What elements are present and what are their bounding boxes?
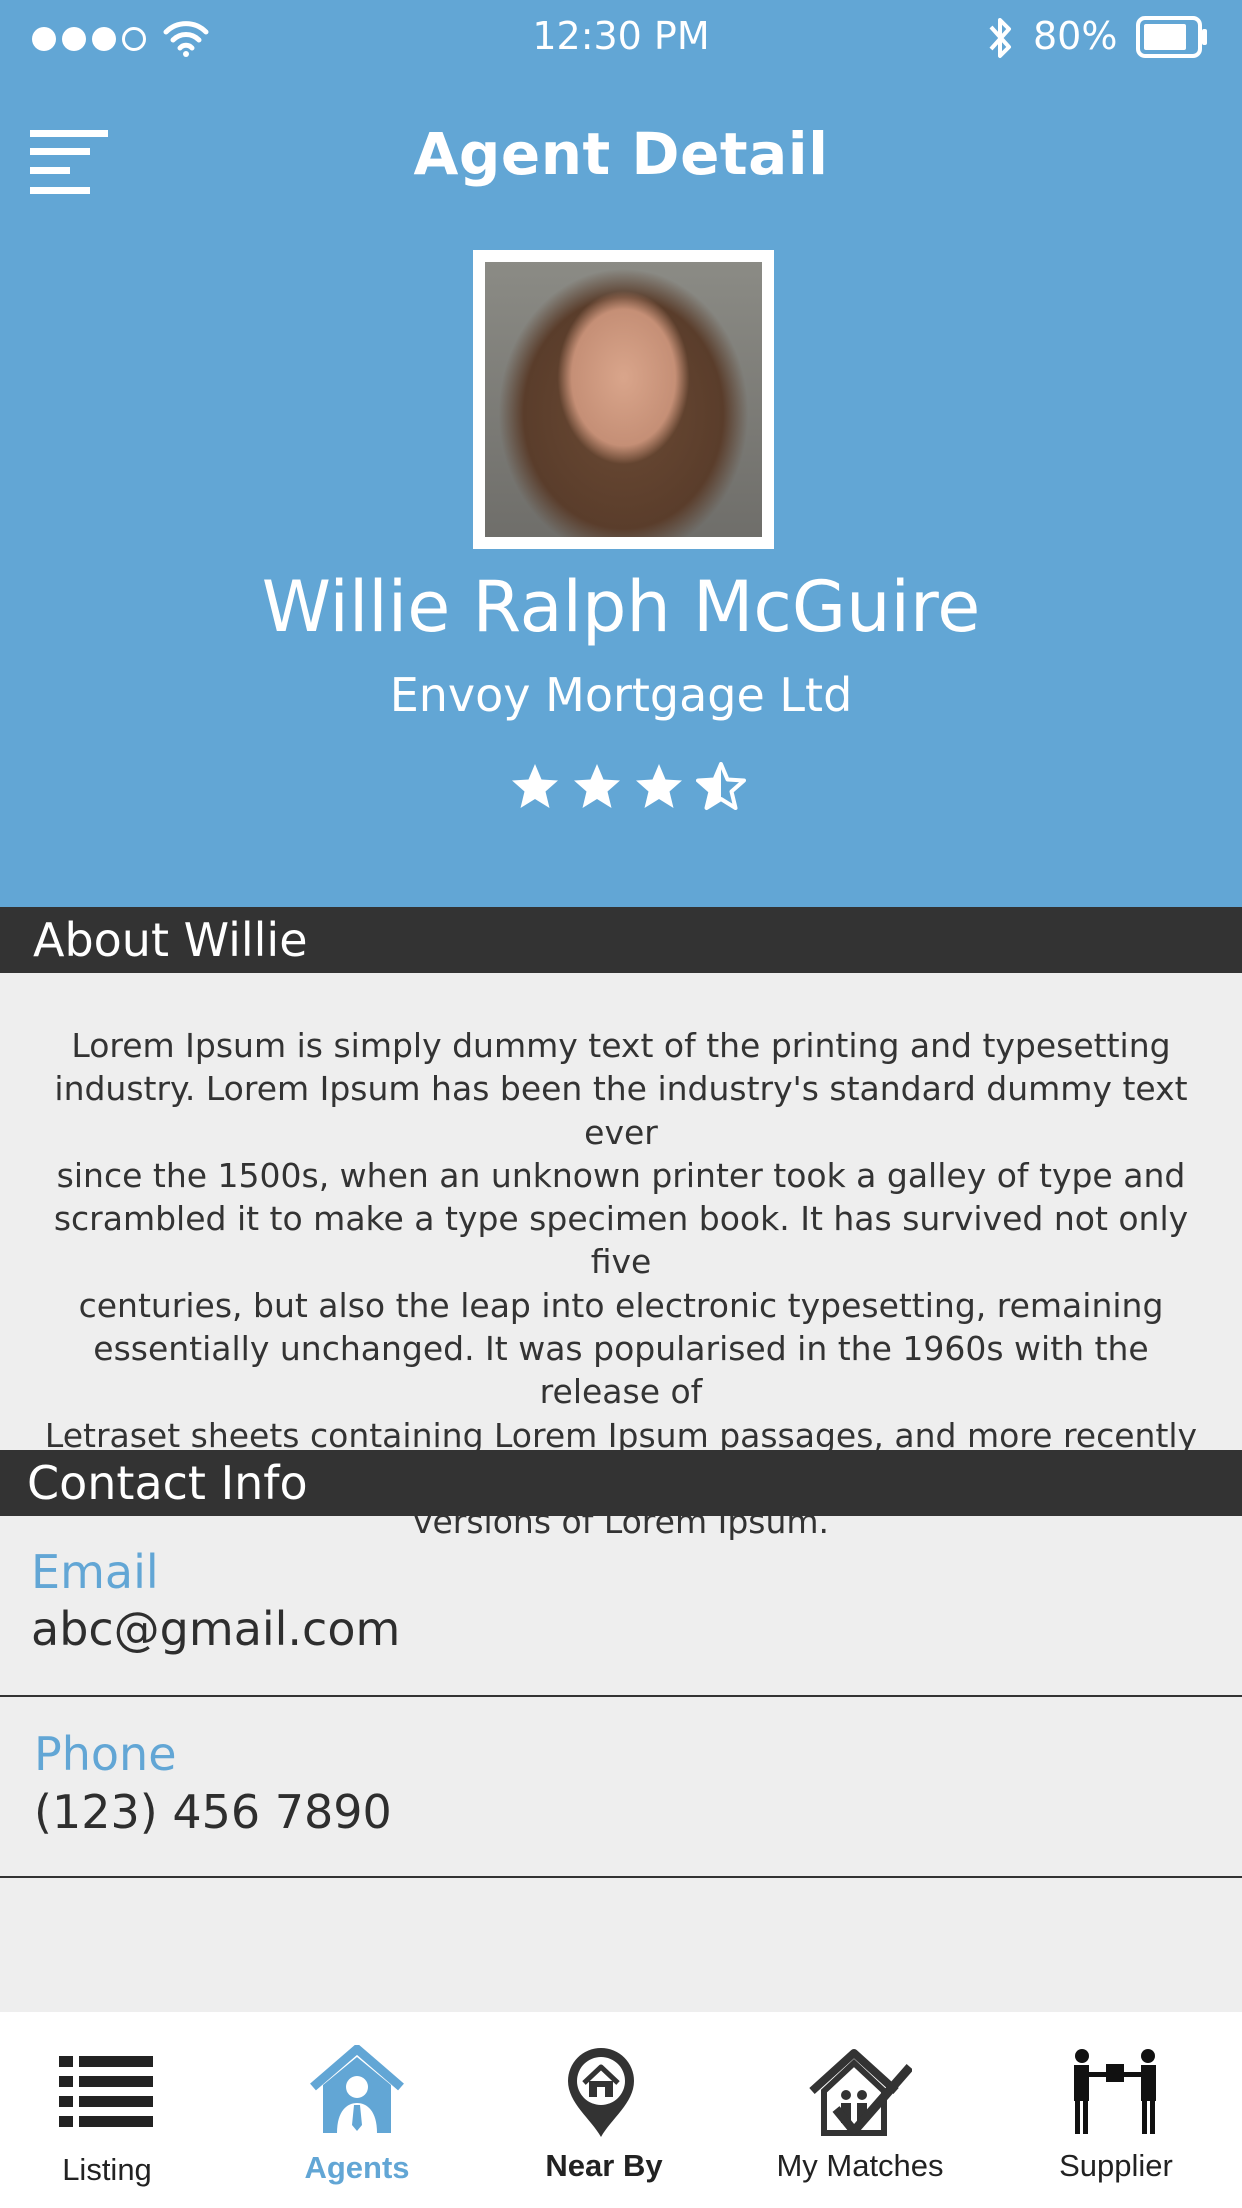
battery-percentage: 80% bbox=[1033, 14, 1118, 58]
battery-icon bbox=[1136, 16, 1207, 58]
contact-section-header: Contact Info bbox=[0, 1450, 1242, 1516]
about-text-line: essentially unchanged. It was popularise… bbox=[93, 1329, 1149, 1412]
star-full-icon bbox=[512, 764, 558, 808]
about-text-line: centuries, but also the leap into electr… bbox=[78, 1285, 1164, 1325]
nav-listing-label: Listing bbox=[62, 2152, 152, 2187]
nav-near-by[interactable]: Near By bbox=[504, 2012, 704, 2208]
bluetooth-icon bbox=[989, 18, 1011, 58]
agent-name: Willie Ralph McGuire bbox=[261, 566, 981, 648]
email-label: Email bbox=[31, 1545, 159, 1599]
phone-label: Phone bbox=[34, 1727, 177, 1781]
nav-listing[interactable]: Listing bbox=[0, 2012, 214, 2208]
contact-heading: Contact Info bbox=[27, 1456, 308, 1510]
status-bar: 12:30 PM 80% bbox=[0, 0, 1242, 76]
nav-near-by-label: Near By bbox=[545, 2148, 663, 2183]
list-icon bbox=[59, 2056, 153, 2127]
about-text-line: scrambled it to make a type specimen boo… bbox=[53, 1199, 1189, 1282]
star-full-icon bbox=[574, 764, 620, 808]
nav-supplier[interactable]: Supplier bbox=[1016, 2012, 1216, 2208]
email-row[interactable]: Email abc@gmail.com bbox=[0, 1516, 1242, 1697]
agent-company: Envoy Mortgage Ltd bbox=[389, 668, 853, 722]
star-half-icon bbox=[696, 762, 746, 810]
about-text-line: Lorem Ipsum is simply dummy text of the … bbox=[71, 1026, 1171, 1065]
star-full-icon bbox=[636, 764, 682, 808]
agent-header: 12:30 PM 80% Agent Detail Willie Ralph M… bbox=[0, 0, 1242, 907]
about-text-line: since the 1500s, when an unknown printer… bbox=[56, 1155, 1186, 1195]
map-pin-house-icon bbox=[568, 2048, 634, 2137]
nav-my-matches[interactable]: My Matches bbox=[760, 2012, 960, 2208]
star-rating bbox=[510, 762, 746, 812]
supplier-people-icon bbox=[1074, 2049, 1156, 2134]
nav-supplier-label: Supplier bbox=[1059, 2148, 1173, 2183]
about-section-header: About Willie bbox=[0, 907, 1242, 973]
agent-house-icon bbox=[310, 2045, 404, 2133]
house-check-icon bbox=[809, 2049, 912, 2136]
email-value[interactable]: abc@gmail.com bbox=[31, 1602, 400, 1656]
agent-photo bbox=[473, 250, 774, 549]
nav-agents-label: Agents bbox=[304, 2150, 410, 2185]
about-text-line: industry. Lorem Ipsum has been the indus… bbox=[54, 1069, 1188, 1152]
phone-value[interactable]: (123) 456 7890 bbox=[34, 1785, 392, 1839]
phone-row[interactable]: Phone (123) 456 7890 bbox=[0, 1697, 1242, 1878]
about-heading: About Willie bbox=[33, 913, 308, 967]
page-title: Agent Detail bbox=[413, 120, 829, 188]
bottom-navigation: Listing Agents Near By My Matches Suppli… bbox=[0, 2012, 1242, 2208]
nav-my-matches-label: My Matches bbox=[776, 2148, 944, 2183]
nav-agents[interactable]: Agents bbox=[253, 2012, 461, 2208]
